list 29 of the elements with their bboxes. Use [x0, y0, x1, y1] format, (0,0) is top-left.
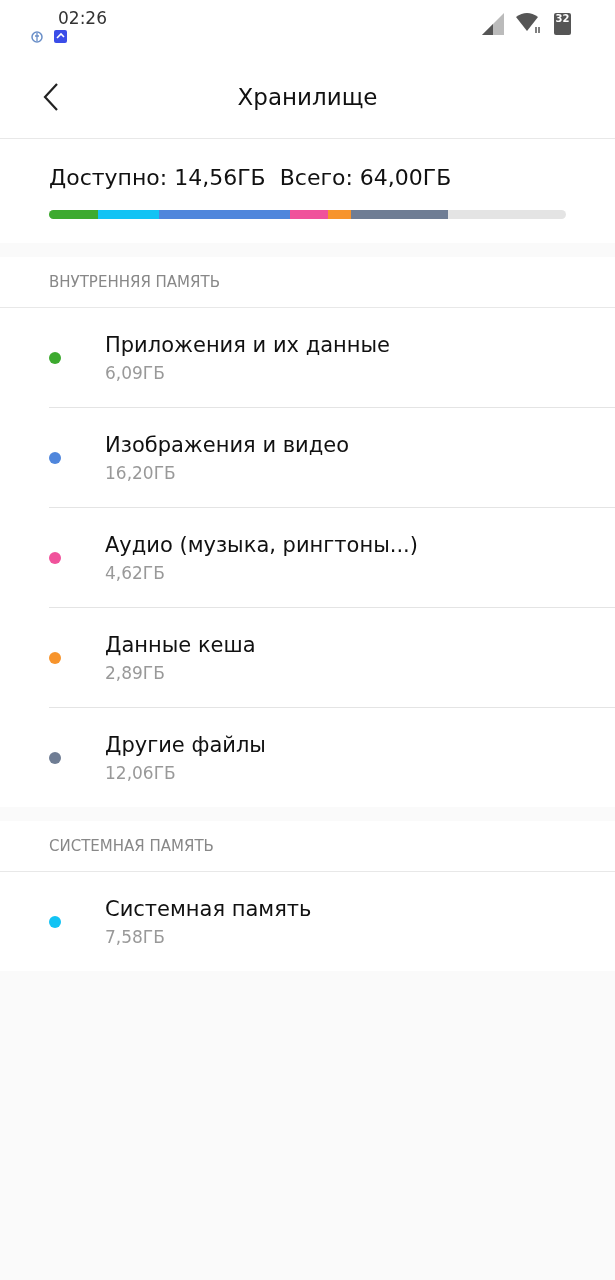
signal-icon [482, 13, 504, 35]
available-space: Доступно: 14,56ГБ [49, 165, 266, 190]
status-time: 02:26 [58, 8, 107, 28]
storage-category[interactable]: Другие файлы 12,06ГБ [49, 708, 615, 807]
category-size: 16,20ГБ [105, 462, 177, 483]
category-size: 7,58ГБ [105, 926, 166, 947]
storage-category[interactable]: Изображения и видео 16,20ГБ [49, 408, 615, 508]
wifi-icon [516, 13, 542, 35]
category-size: 12,06ГБ [105, 762, 177, 783]
category-name: Изображения и видео [105, 432, 350, 457]
category-name: Аудио (музыка, рингтоны...) [105, 532, 418, 557]
battery-icon: 32 [554, 13, 571, 35]
app-icon [54, 30, 67, 43]
total-space: Всего: 64,00ГБ [279, 165, 452, 190]
category-name: Данные кеша [105, 632, 256, 657]
section-title: СИСТЕМНАЯ ПАМЯТЬ [0, 821, 615, 872]
category-name: Системная память [105, 896, 312, 921]
notification-icon [30, 30, 44, 44]
category-name: Приложения и их данные [105, 332, 390, 357]
category-size: 6,09ГБ [105, 362, 166, 383]
section-title: ВНУТРЕННЯЯ ПАМЯТЬ [0, 257, 615, 308]
category-size: 2,89ГБ [105, 662, 166, 683]
storage-category[interactable]: Приложения и их данные 6,09ГБ [49, 308, 615, 408]
page-title: Хранилище [237, 84, 378, 110]
storage-category[interactable]: Системная память 7,58ГБ [49, 872, 615, 971]
category-size: 4,62ГБ [105, 562, 166, 583]
storage-category[interactable]: Данные кеша 2,89ГБ [49, 608, 615, 708]
storage-category[interactable]: Аудио (музыка, рингтоны...) 4,62ГБ [49, 508, 615, 608]
category-name: Другие файлы [105, 732, 266, 757]
